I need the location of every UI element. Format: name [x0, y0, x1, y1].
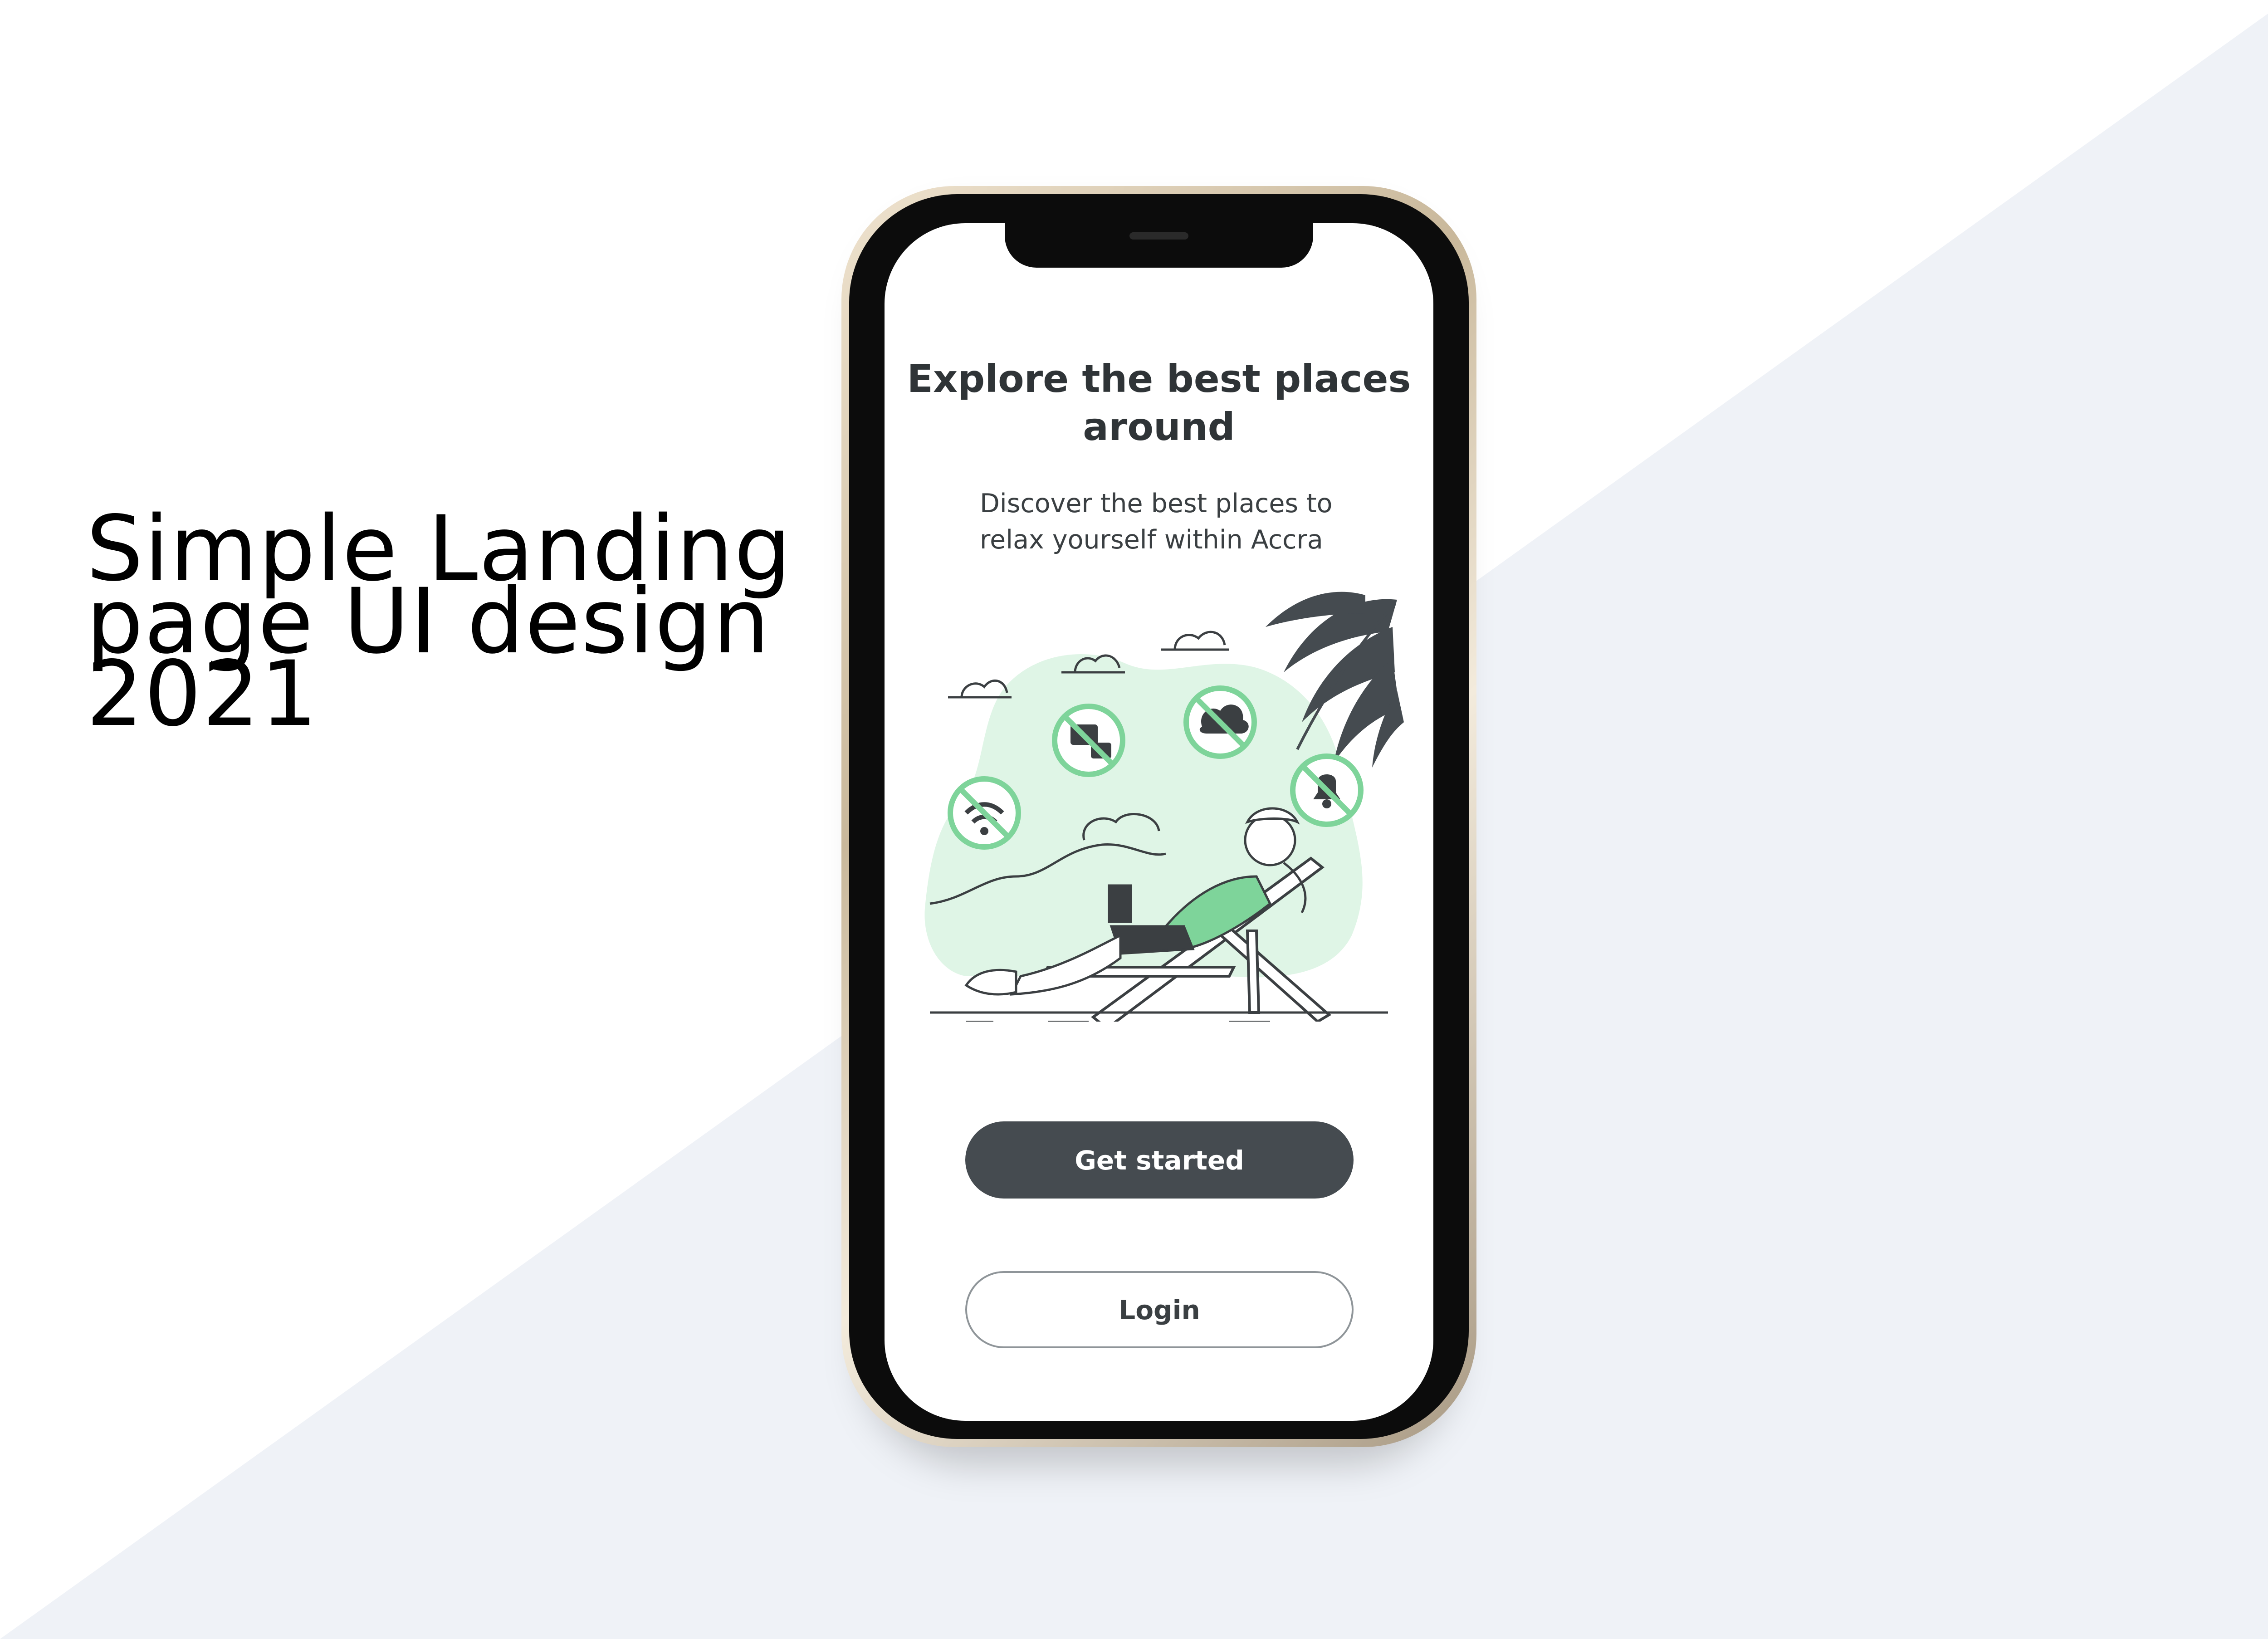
- poster-headline: Simple Landing page UI design 2021: [86, 504, 857, 739]
- phone-screen: Explore the best places around Discover …: [885, 223, 1433, 1421]
- no-wifi-icon: [948, 776, 1021, 850]
- no-messages-icon: [1052, 704, 1125, 777]
- speaker-grille: [1129, 232, 1188, 240]
- relaxing-illustration: [924, 592, 1404, 1022]
- phone-notch: [1005, 223, 1313, 268]
- app-title-line-2: around: [1083, 405, 1235, 449]
- login-button[interactable]: Login: [965, 1271, 1354, 1348]
- app-title-line-1: Explore the best places: [907, 357, 1411, 401]
- no-notifications-icon: [1290, 753, 1364, 827]
- app-subtitle-line-1: Discover the best places to: [980, 489, 1333, 519]
- app-subtitle-line-2: relax yourself within Accra: [980, 525, 1323, 555]
- get-started-button[interactable]: Get started: [965, 1121, 1354, 1199]
- app-subtitle: Discover the best places to relax yourse…: [980, 485, 1352, 558]
- app-title: Explore the best places around: [885, 355, 1433, 451]
- no-cloud-sync-icon: [1183, 685, 1257, 759]
